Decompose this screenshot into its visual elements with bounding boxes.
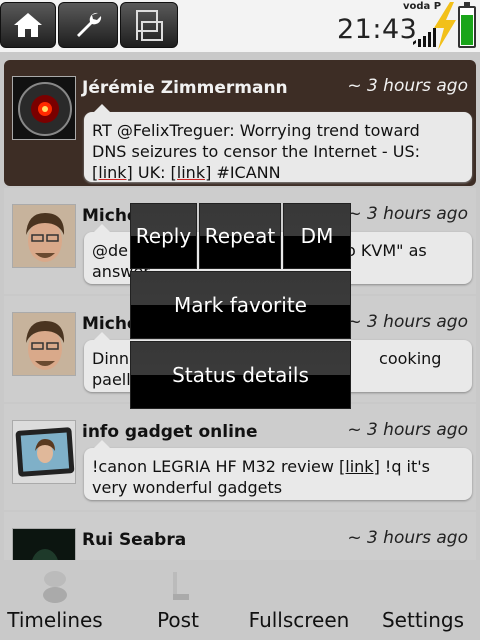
tweet-link[interactable]: [link] xyxy=(92,163,133,182)
tweet-item[interactable]: info gadget online ~ 3 hours ago !canon … xyxy=(4,404,476,510)
chair-icon xyxy=(136,10,163,41)
nav-post-label: Post xyxy=(157,608,199,632)
direct-message-button[interactable]: DM xyxy=(283,203,351,269)
nav-timelines-label: Timelines xyxy=(7,608,103,632)
home-button[interactable] xyxy=(0,2,56,48)
tweet-time: ~ 3 hours ago xyxy=(347,312,468,332)
tweet-author[interactable]: info gadget online xyxy=(82,422,258,442)
tweet-item[interactable]: Rui Seabra ~ 3 hours ago xyxy=(4,512,476,560)
tweet-author[interactable]: Rui Seabra xyxy=(82,530,186,550)
nav-settings-label: Settings xyxy=(381,608,465,632)
tweet-time: ~ 3 hours ago xyxy=(347,528,468,548)
battery-icon xyxy=(458,2,476,48)
nav-settings[interactable]: Settings xyxy=(372,560,474,640)
tweet-time: ~ 3 hours ago xyxy=(347,420,468,440)
bottom-nav: Timelines Post Fullscreen Settings xyxy=(0,560,480,640)
tweet-link[interactable]: [link] xyxy=(339,457,380,476)
reply-button[interactable]: Reply xyxy=(130,203,197,269)
tweet-link[interactable]: [link] xyxy=(171,163,212,182)
tweet-time: ~ 3 hours ago xyxy=(347,76,468,96)
tweet-item[interactable]: Jérémie Zimmermann ~ 3 hours ago RT @Fel… xyxy=(4,60,476,186)
tweet-text: !canon LEGRIA HF M32 review [link] !q it… xyxy=(84,440,472,500)
avatar xyxy=(12,312,76,376)
avatar xyxy=(12,420,76,484)
tools-button[interactable] xyxy=(58,2,118,48)
avatar xyxy=(12,528,76,560)
status-bar: 21:43 voda P xyxy=(0,0,480,52)
charging-icon xyxy=(434,2,456,50)
switch-view-button[interactable] xyxy=(120,2,178,48)
tweet-author[interactable]: Jérémie Zimmermann xyxy=(82,78,288,98)
mark-favorite-button[interactable]: Mark favorite xyxy=(130,271,351,339)
home-icon xyxy=(14,13,42,37)
clock: 21:43 xyxy=(337,14,418,45)
avatar xyxy=(12,76,76,140)
timelines-icon xyxy=(43,571,67,603)
nav-post[interactable]: Post xyxy=(120,560,236,640)
status-details-button[interactable]: Status details xyxy=(130,341,351,409)
nav-fullscreen[interactable]: Fullscreen xyxy=(240,560,358,640)
repeat-button[interactable]: Repeat xyxy=(199,203,281,269)
tweet-time: ~ 3 hours ago xyxy=(347,204,468,224)
avatar xyxy=(12,204,76,268)
tweet-text: RT @FelixTreguer: Worrying trend toward … xyxy=(84,104,472,182)
wrench-icon xyxy=(77,12,102,37)
nav-fullscreen-label: Fullscreen xyxy=(248,608,350,632)
post-icon xyxy=(173,572,189,600)
nav-timelines[interactable]: Timelines xyxy=(0,560,110,640)
